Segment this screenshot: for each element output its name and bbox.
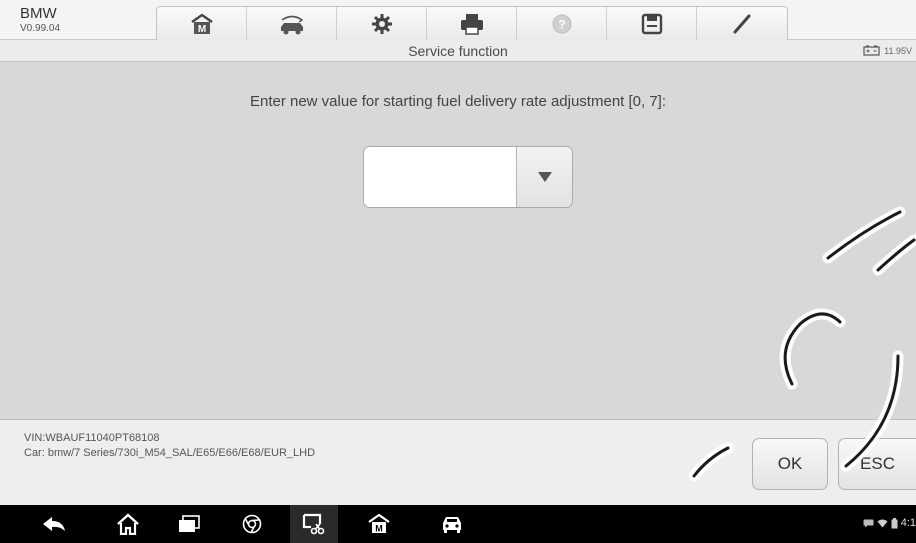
home-icon: M xyxy=(190,13,213,35)
vehicle-info-bar: VIN:WBAUF11040PT68108 Car: bmw/7 Series/… xyxy=(0,419,916,505)
home-icon xyxy=(117,513,139,535)
battery-icon xyxy=(891,517,898,528)
recent-apps-icon xyxy=(179,515,200,532)
clock: 4:1 xyxy=(900,517,916,529)
svg-text:?: ? xyxy=(558,18,565,32)
message-icon xyxy=(863,519,874,527)
car-info-text: Car: bmw/7 Series/730i_M54_SAL/E65/E66/E… xyxy=(24,447,316,459)
vehicle-icon xyxy=(443,517,461,533)
battery-voltage: 11.95V xyxy=(884,45,912,56)
battery-icon xyxy=(863,45,880,56)
screenshot-icon xyxy=(302,513,325,535)
page-title: Service function xyxy=(408,43,508,59)
nav-vehicle-button[interactable] xyxy=(432,505,472,543)
dropdown-button[interactable] xyxy=(516,147,572,207)
vin-text: VIN:WBAUF11040PT68108 xyxy=(24,432,160,444)
triangle-down-icon xyxy=(537,172,552,182)
data-logging-button[interactable] xyxy=(697,7,787,40)
back-icon xyxy=(43,517,65,531)
value-combobox xyxy=(363,146,573,208)
save-button[interactable] xyxy=(607,7,697,40)
help-button[interactable]: ? xyxy=(517,7,607,40)
value-input[interactable] xyxy=(364,147,516,207)
print-icon xyxy=(460,14,483,35)
battery-status: 11.95V xyxy=(863,45,912,56)
vehicle-swap-button[interactable] xyxy=(247,7,337,40)
nav-chrome-button[interactable] xyxy=(237,505,267,543)
esc-button[interactable]: ESC xyxy=(838,438,916,490)
svg-text:M: M xyxy=(375,524,383,534)
status-area: 4:1 xyxy=(863,517,916,529)
brand: BMW V0.99.04 xyxy=(20,5,60,35)
nav-recent-apps-button[interactable] xyxy=(172,505,206,543)
vehicle-swap-icon xyxy=(280,15,303,35)
nav-screenshot-button[interactable] xyxy=(290,505,338,543)
nav-maxisys-home-button[interactable]: M xyxy=(362,505,396,543)
settings-icon xyxy=(371,14,392,34)
title-bar: Service function 11.95V xyxy=(0,40,916,62)
software-version: V0.99.04 xyxy=(20,23,61,34)
input-prompt: Enter new value for starting fuel delive… xyxy=(249,93,667,110)
maxisys-home-icon: M xyxy=(368,514,390,534)
nav-back-button[interactable] xyxy=(36,505,72,543)
vehicle-make: BMW xyxy=(20,5,57,22)
help-icon: ? xyxy=(552,14,571,34)
home-button[interactable]: M xyxy=(157,7,247,40)
ok-button[interactable]: OK xyxy=(752,438,828,490)
save-icon xyxy=(641,13,662,35)
chrome-icon xyxy=(242,514,262,534)
toolbar: M ? xyxy=(156,6,788,40)
wifi-icon xyxy=(877,519,888,527)
svg-text:M: M xyxy=(197,24,205,35)
settings-button[interactable] xyxy=(337,7,427,40)
top-bar: BMW V0.99.04 M ? xyxy=(0,0,916,40)
data-logging-icon xyxy=(733,14,751,34)
nav-home-button[interactable] xyxy=(110,505,146,543)
print-button[interactable] xyxy=(427,7,517,40)
system-nav-bar: M 4:1 xyxy=(0,505,916,543)
main-content: Enter new value for starting fuel delive… xyxy=(0,63,916,419)
